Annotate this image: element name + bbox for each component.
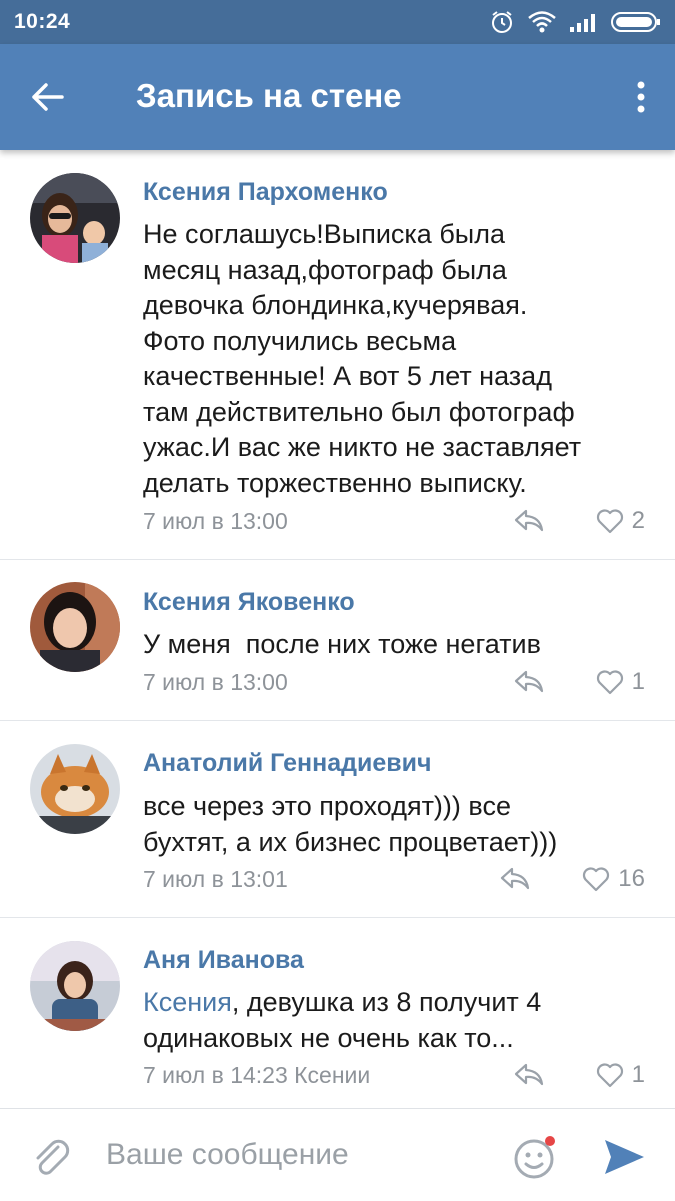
alarm-icon — [489, 9, 515, 35]
comment-text-fragment: , девушка из 8 получит 4 — [231, 987, 542, 1017]
comments-list: Ксения Пархоменко Не соглашусь!Выписка б… — [0, 150, 675, 1108]
comment-text-line: У меня после них тоже негатив — [143, 629, 541, 659]
like-count: 1 — [631, 668, 645, 695]
reply-button[interactable] — [513, 1061, 545, 1089]
comment-author[interactable]: Ксения Пархоменко — [143, 178, 388, 207]
comment-text-line: месяц назад,фотограф была — [143, 254, 507, 285]
comment-text-line: Ксения, девушка из 8 получит 4 — [143, 985, 653, 1021]
heart-icon — [596, 509, 623, 534]
comment-text-line: там действительно был фотограф — [143, 396, 575, 427]
comment-text: все через это проходят))) все бухтят, а … — [143, 789, 653, 860]
avatar[interactable] — [30, 173, 120, 263]
signal-icon — [569, 11, 599, 33]
avatar[interactable] — [30, 582, 120, 672]
attach-button[interactable] — [30, 1135, 74, 1179]
comment-date: 7 июл в 14:23 Ксении — [143, 1062, 371, 1088]
like-count: 16 — [618, 865, 645, 892]
comment-author[interactable]: Аня Иванова — [143, 946, 304, 975]
status-time: 10:24 — [14, 10, 71, 33]
comment-date: 7 июл в 13:00 — [143, 508, 288, 534]
reply-button[interactable] — [513, 668, 545, 696]
like-button[interactable]: 1 — [596, 667, 645, 697]
notification-dot — [545, 1136, 555, 1146]
emoji-button[interactable] — [512, 1133, 560, 1181]
status-icons — [489, 9, 661, 35]
more-vertical-icon — [637, 81, 645, 113]
smile-icon — [514, 1136, 555, 1179]
reply-icon — [514, 509, 544, 532]
wifi-icon — [527, 10, 557, 34]
reply-button[interactable] — [513, 507, 545, 535]
comment-text-line: Фото получились весьма — [143, 325, 457, 356]
comment-text-line: ужас.И вас же никто не заставляет — [143, 432, 582, 462]
more-menu-button[interactable] — [623, 72, 659, 122]
reply-icon — [514, 670, 544, 693]
reply-button[interactable] — [499, 865, 531, 893]
mention-link[interactable]: Ксения — [143, 987, 232, 1017]
arrow-left-icon — [32, 83, 64, 111]
like-count: 2 — [631, 507, 645, 534]
comment-item: Ксения Яковенко У меня после них тоже не… — [0, 560, 675, 721]
reply-icon — [514, 1063, 544, 1086]
comment-text-line: качественные! А вот 5 лет назад — [143, 361, 552, 391]
comment-date: 7 июл в 13:01 — [143, 866, 288, 892]
reply-icon — [500, 867, 530, 890]
message-input[interactable] — [106, 1131, 486, 1179]
like-button[interactable]: 16 — [582, 864, 645, 894]
comment-text-line: Не соглашусь!Выписка была — [143, 219, 505, 249]
heart-icon — [583, 867, 610, 892]
comment-text-line: одинаковых не очень как то... — [143, 1022, 514, 1053]
status-bar: 10:24 — [0, 0, 675, 44]
comment-text-line: бухтят, а их бизнес процветает))) — [143, 826, 558, 857]
comment-item: Аня Иванова Ксения, девушка из 8 получит… — [0, 918, 675, 1108]
comment-author[interactable]: Анатолий Геннадиевич — [143, 749, 432, 778]
avatar[interactable] — [30, 744, 120, 834]
comment-item: Ксения Пархоменко Не соглашусь!Выписка б… — [0, 150, 675, 560]
like-count: 1 — [631, 1061, 645, 1088]
message-bar — [0, 1108, 675, 1201]
comment-text-line: делать торжественно выписку. — [143, 467, 527, 498]
comment-text: Не соглашусь!Выписка была месяц назад,фо… — [143, 217, 653, 501]
paperclip-icon — [36, 1139, 70, 1175]
comment-text: Ксения, девушка из 8 получит 4 одинаковы… — [143, 985, 653, 1056]
battery-icon — [611, 11, 661, 33]
send-button[interactable] — [602, 1137, 646, 1177]
comment-author[interactable]: Ксения Яковенко — [143, 588, 355, 617]
page-title: Запись на стене — [136, 77, 402, 114]
heart-icon — [596, 1063, 623, 1088]
like-button[interactable]: 1 — [596, 1060, 645, 1090]
app-toolbar: Запись на стене — [0, 44, 675, 150]
comment-text-line: девочка блондинка,кучерявая. — [143, 290, 528, 320]
comment-date: 7 июл в 13:00 — [143, 669, 288, 695]
comment-item: Анатолий Геннадиевич все через это прохо… — [0, 721, 675, 918]
heart-icon — [596, 670, 623, 695]
comment-text-line: все через это проходят))) все — [143, 791, 511, 821]
comment-text: У меня после них тоже негатив — [143, 627, 653, 663]
send-icon — [605, 1140, 644, 1174]
back-button[interactable] — [22, 72, 72, 122]
like-button[interactable]: 2 — [596, 506, 645, 536]
avatar[interactable] — [30, 941, 120, 1031]
